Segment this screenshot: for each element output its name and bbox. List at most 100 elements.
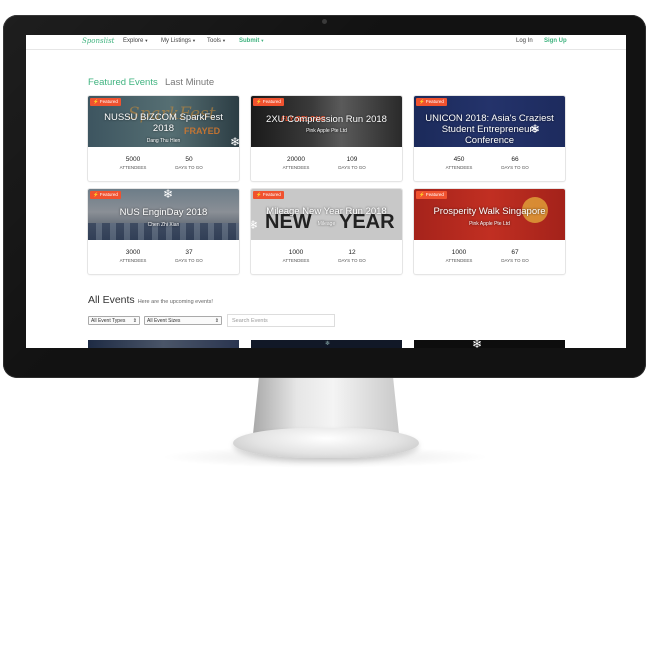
signup-link[interactable]: Sign Up [544, 38, 567, 44]
all-events-heading: All Events Here are the upcoming events! [88, 294, 213, 306]
featured-badge-label: Featured [425, 99, 444, 104]
snowflake-icon: ❄ [530, 122, 541, 136]
days-label: DAYS TO GO [175, 165, 203, 170]
monitor-stand-neck [253, 378, 399, 434]
nav-submit-label: Submit [239, 38, 260, 44]
event-title-line3: Conference [464, 135, 515, 146]
attendees-stat: 20000 ATTENDEES [266, 156, 326, 170]
event-organizer: Dang Thu Hien [146, 138, 181, 144]
event-image: ⚡ Featured Prosperity Walk Singapore Pin… [414, 189, 565, 240]
event-organizer: Pink Apple Pte Ltd [469, 221, 510, 227]
event-card[interactable]: ⚡ Featured UNICON 2018: Asia's Craziest … [414, 96, 565, 181]
event-size-select-value: All Event Sizes [147, 318, 181, 324]
featured-badge-label: Featured [262, 99, 281, 104]
event-type-select[interactable]: All Event Types ⇕ [88, 316, 140, 325]
attendees-stat: 1000 ATTENDEES [429, 249, 489, 263]
lightning-icon: ⚡ [419, 99, 425, 104]
featured-badge: ⚡ Featured [90, 98, 121, 106]
days-count: 50 [185, 156, 193, 163]
days-label: DAYS TO GO [501, 165, 529, 170]
attendees-count: 1000 [451, 249, 467, 256]
camera-dot [322, 19, 327, 24]
event-title: UNICON 2018: Asia's Craziest [425, 113, 554, 124]
event-title: Mileage New Year Run 2018 [266, 206, 387, 217]
attendees-label: ATTENDEES [445, 258, 473, 263]
snowflake-icon: ❄ [325, 341, 331, 347]
caret-down-icon: ▼ [144, 38, 149, 43]
nav-explore-label: Explore [123, 38, 144, 44]
top-nav: Sponslist Explore▼ My Listings▼ Tools▼ S… [26, 35, 626, 50]
all-events-title: All Events [88, 294, 135, 306]
lightning-icon: ⚡ [93, 192, 99, 197]
days-label: DAYS TO GO [338, 165, 366, 170]
login-link[interactable]: Log In [516, 38, 533, 44]
lightning-icon: ⚡ [419, 192, 425, 197]
days-stat: 66 DAYS TO GO [485, 156, 545, 170]
event-image: NEW YEAR ⚡ Featured Mileage New Year Run… [251, 189, 402, 240]
snowflake-icon: ❄ [251, 218, 259, 232]
all-events-subtitle: Here are the upcoming events! [137, 299, 213, 305]
event-card[interactable]: ⚡ Featured NUS EnginDay 2018 Chen Zhi Xi… [88, 189, 239, 274]
caret-down-icon: ▼ [192, 38, 196, 43]
event-organizer: Pink Apple Pte Ltd [306, 128, 347, 134]
event-card-image-partial[interactable] [88, 340, 239, 348]
featured-badge: ⚡ Featured [90, 191, 121, 199]
featured-badge: ⚡ Featured [253, 98, 284, 106]
event-type-select-value: All Event Types [91, 318, 126, 324]
tab-last-minute[interactable]: Last Minute [165, 77, 214, 88]
featured-badge: ⚡ Featured [416, 98, 447, 106]
tab-featured-events[interactable]: Featured Events [88, 77, 158, 88]
caret-down-icon: ▼ [260, 38, 265, 43]
event-card-image-partial[interactable]: ❄ [414, 340, 565, 348]
caret-down-icon: ▼ [222, 38, 226, 43]
attendees-stat: 5000 ATTENDEES [103, 156, 163, 170]
nav-my-listings[interactable]: My Listings▼ [161, 38, 196, 44]
event-card[interactable]: NEW YEAR ⚡ Featured Mileage New Year Run… [251, 189, 402, 274]
event-card[interactable]: ⚡ Featured Prosperity Walk Singapore Pin… [414, 189, 565, 274]
featured-badge: ⚡ Featured [253, 191, 284, 199]
attendees-stat: 1000 ATTENDEES [266, 249, 326, 263]
search-events-input[interactable]: Search Events [227, 314, 335, 327]
monitor-stand-base [233, 428, 419, 458]
attendees-count: 20000 [286, 156, 306, 163]
caret-down-icon: ⇕ [214, 318, 219, 324]
nav-my-listings-label: My Listings [161, 38, 192, 44]
days-label: DAYS TO GO [338, 258, 366, 263]
event-size-select[interactable]: All Event Sizes ⇕ [144, 316, 222, 325]
attendees-label: ATTENDEES [119, 258, 147, 263]
event-title: 2XU Compression Run 2018 [266, 114, 387, 125]
days-stat: 109 DAYS TO GO [322, 156, 382, 170]
event-card[interactable]: FLY BELONG ⚡ Featured 2XU Compression Ru… [251, 96, 402, 181]
snowflake-icon: ❄ [163, 189, 174, 201]
days-stat: 37 DAYS TO GO [159, 249, 219, 263]
event-title: Prosperity Walk Singapore [433, 206, 546, 217]
attendees-label: ATTENDEES [119, 165, 147, 170]
nav-explore[interactable]: Explore▼ [123, 38, 148, 44]
event-title: NUS EnginDay 2018 [119, 207, 208, 218]
attendees-stat: 450 ATTENDEES [429, 156, 489, 170]
snowflake-icon: ❄ [472, 340, 483, 348]
attendees-label: ATTENDEES [282, 165, 310, 170]
nav-tools-label: Tools [207, 38, 222, 44]
days-count: 67 [511, 249, 519, 256]
lightning-icon: ⚡ [256, 192, 262, 197]
event-title-line2: 2018 [152, 123, 175, 134]
attendees-label: ATTENDEES [445, 165, 473, 170]
featured-badge-label: Featured [99, 192, 118, 197]
logo[interactable]: Sponslist [82, 37, 114, 45]
attendees-stat: 3000 ATTENDEES [103, 249, 163, 263]
event-image: FLY BELONG ⚡ Featured 2XU Compression Ru… [251, 96, 402, 147]
caret-down-icon: ⇕ [132, 318, 137, 324]
event-card-image-partial[interactable]: ❄ [251, 340, 402, 348]
nav-tools[interactable]: Tools▼ [207, 38, 226, 44]
nav-submit[interactable]: Submit▼ [239, 38, 264, 44]
event-title: NUSSU BIZCOM SparkFest [104, 112, 223, 123]
days-count: 37 [185, 249, 193, 256]
days-stat: 12 DAYS TO GO [322, 249, 382, 263]
event-card[interactable]: SparkFest FRAYED ⚡ Featured NUSSU BIZCOM… [88, 96, 239, 181]
event-image: SparkFest FRAYED ⚡ Featured NUSSU BIZCOM… [88, 96, 239, 147]
snowflake-icon: ❄ [230, 135, 239, 149]
featured-badge-label: Featured [425, 192, 444, 197]
featured-badge-label: Featured [99, 99, 118, 104]
event-image: ⚡ Featured UNICON 2018: Asia's Craziest … [414, 96, 565, 147]
